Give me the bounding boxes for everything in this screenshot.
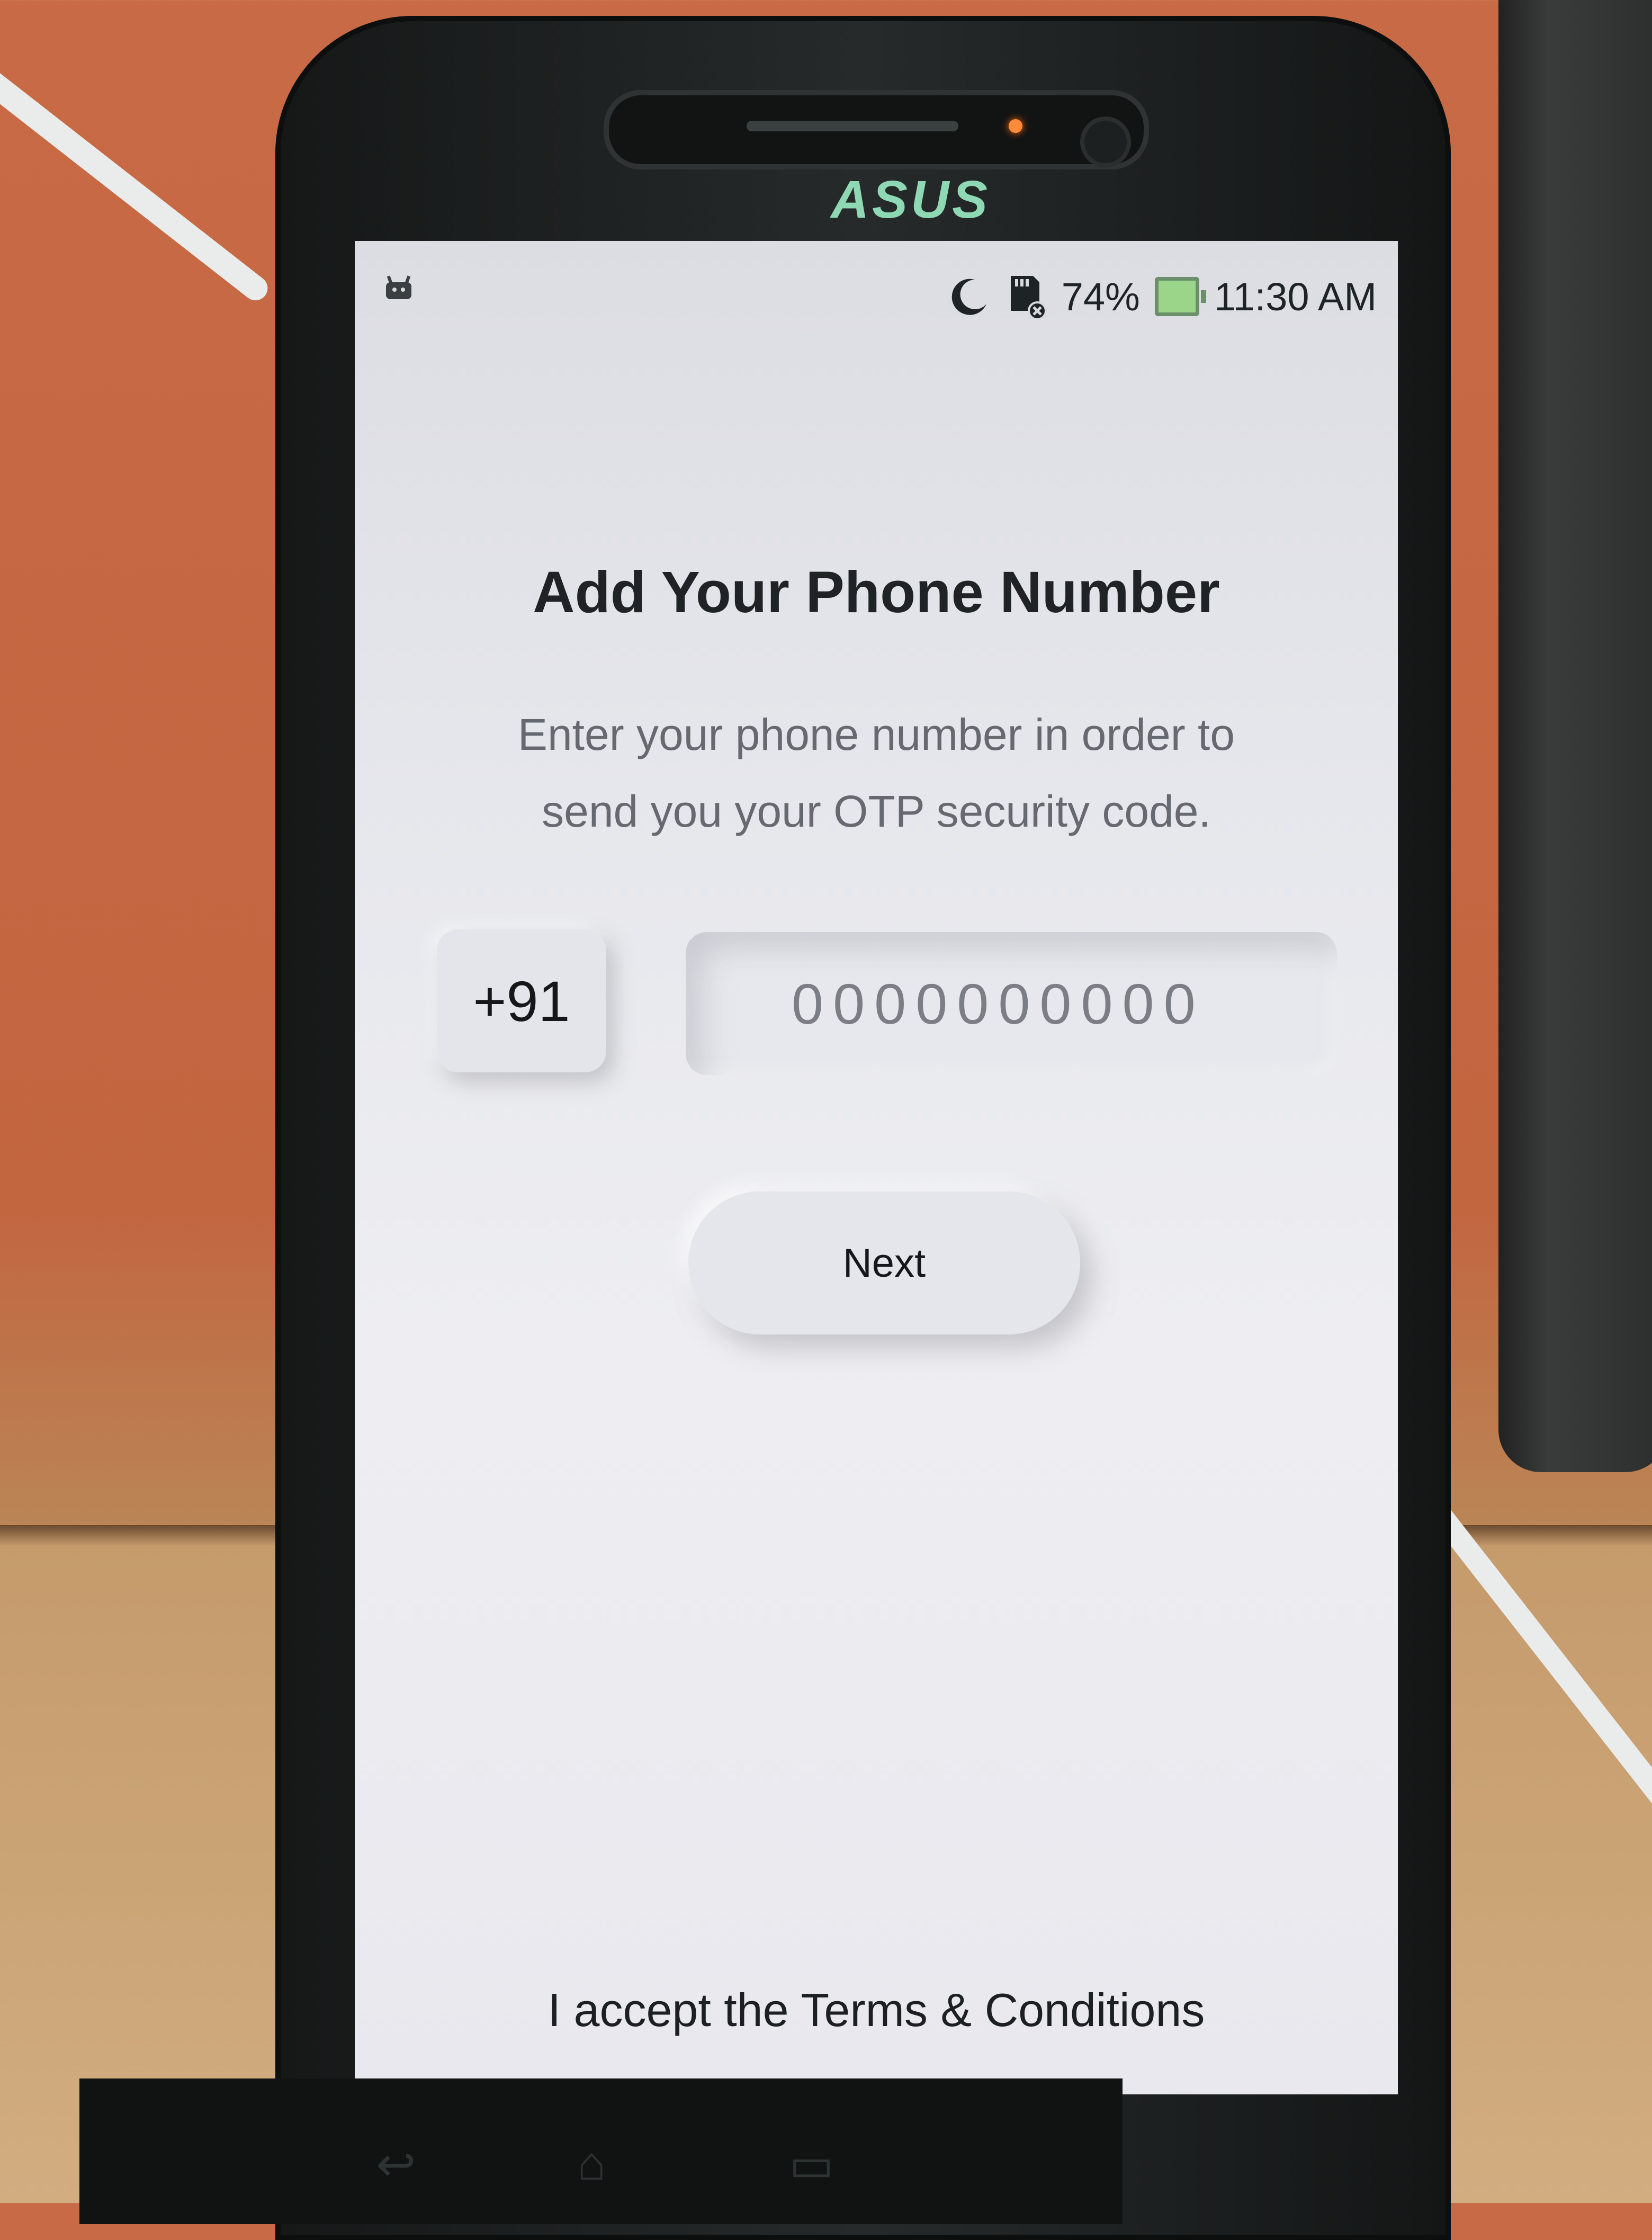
back-icon[interactable]: ↩ <box>376 2137 416 2192</box>
terms-link[interactable]: I accept the Terms & Conditions <box>355 1983 1398 2037</box>
adjacent-device <box>1498 0 1652 1472</box>
recents-icon[interactable]: ▭ <box>789 2137 834 2192</box>
navigation-bar: ↩ ⌂ ▭ <box>79 2078 1123 2224</box>
status-time: 11:30 AM <box>1214 274 1377 319</box>
moon-icon <box>951 279 986 315</box>
phone-number-input[interactable] <box>686 932 1337 1075</box>
notification-led <box>1009 119 1022 133</box>
status-bar: 74% 11:30 AM <box>355 241 1398 320</box>
country-code-selector[interactable]: +91 <box>437 929 606 1072</box>
next-button[interactable]: Next <box>688 1191 1080 1334</box>
android-debug-icon <box>386 275 411 299</box>
country-code-label: +91 <box>473 969 570 1033</box>
earpiece <box>604 90 1149 169</box>
cable <box>0 32 273 306</box>
page-title: Add Your Phone Number <box>533 560 1220 625</box>
sd-card-icon <box>1010 276 1047 319</box>
phone-screen: 74% 11:30 AM Add Your Phone Number Enter… <box>355 241 1398 2094</box>
speaker-grill <box>747 121 958 131</box>
battery-percent: 74% <box>1061 274 1140 319</box>
home-icon[interactable]: ⌂ <box>577 2137 606 2191</box>
brand-logo: ASUS <box>831 170 991 229</box>
battery-charging-icon <box>1154 277 1206 316</box>
front-camera <box>1080 117 1131 167</box>
page-subtitle: Enter your phone number in order to send… <box>517 710 1235 836</box>
status-icons: 74% 11:30 AM <box>947 273 1377 320</box>
phone-body: ASUS 74% 11:30 AM Add Your Phone Number … <box>275 16 1451 2240</box>
